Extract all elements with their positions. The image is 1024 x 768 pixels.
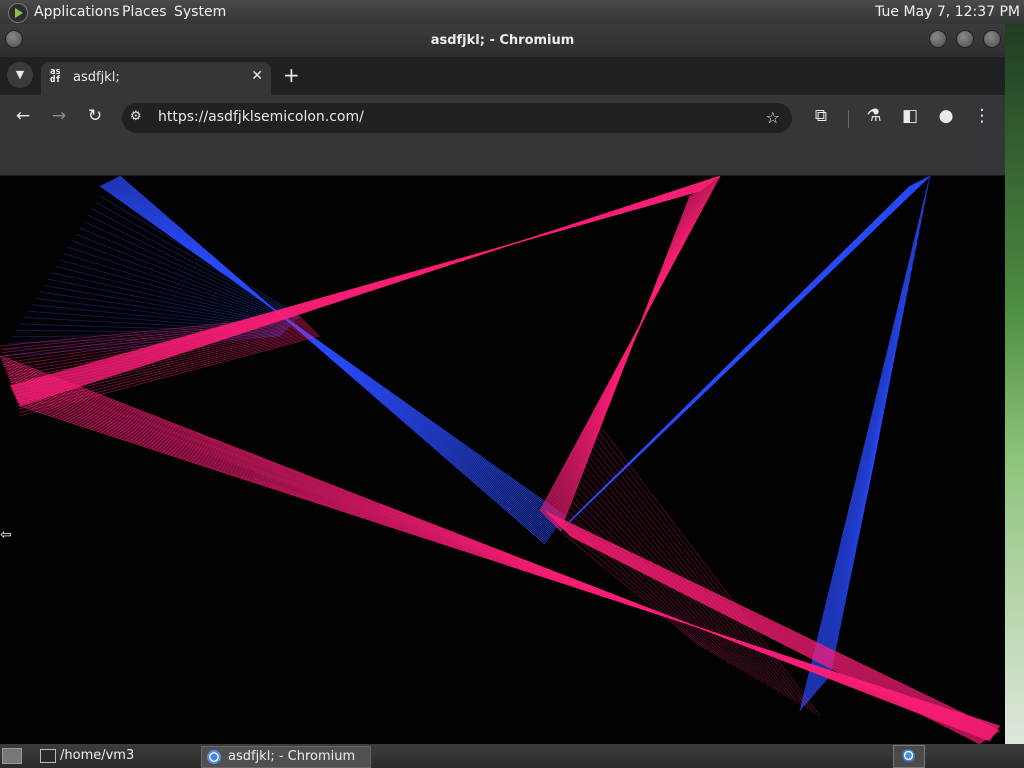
show-desktop-icon[interactable] <box>2 748 22 764</box>
minimize-button[interactable] <box>929 30 947 48</box>
site-favicon-icon: as df <box>50 67 61 85</box>
taskbar-label: /home/vm3 <box>60 748 135 763</box>
tab-asdfjkl[interactable]: as df asdfjkl; ✕ <box>41 62 271 95</box>
pink-strand-curve <box>559 425 821 717</box>
url-text[interactable]: https://asdfjklsemicolon.com/ <box>158 109 364 125</box>
site-info-icon[interactable]: ⚙ <box>130 109 142 124</box>
string-art-drawing <box>0 176 1001 744</box>
top-panel: Applications Places System Tue May 7, 12… <box>0 0 1024 24</box>
window-title: asdfjkl; - Chromium <box>430 33 575 48</box>
tray-chromium-icon[interactable] <box>893 745 925 768</box>
pink-strand-lower-right <box>544 510 1001 744</box>
taskbar-item-terminal[interactable]: /home/vm3 <box>34 746 220 766</box>
taskbar-item-chromium[interactable]: asdfjkl; - Chromium <box>201 746 371 768</box>
tab-label: asdfjkl; <box>73 70 120 85</box>
terminal-icon <box>40 749 56 763</box>
back-button[interactable]: ← <box>11 106 35 126</box>
tab-search-button[interactable]: ▼ <box>7 62 33 88</box>
reload-button[interactable]: ↻ <box>83 106 107 126</box>
menu-applications[interactable]: Applications <box>34 4 120 20</box>
browser-toolbar: ← → ↻ ⚙ https://asdfjklsemicolon.com/ ☆ … <box>0 95 1005 141</box>
bookmark-star-icon[interactable]: ☆ <box>766 108 780 127</box>
clock[interactable]: Tue May 7, 12:37 PM <box>875 4 1020 20</box>
address-bar[interactable]: ⚙ https://asdfjklsemicolon.com/ ☆ <box>122 103 792 133</box>
pink-strand-middle <box>539 176 721 532</box>
taskbar: /home/vm3 asdfjkl; - Chromium <box>0 744 1024 768</box>
labs-flask-icon[interactable]: ⚗ <box>862 106 886 126</box>
menu-system[interactable]: System <box>174 4 226 20</box>
forward-button[interactable]: → <box>47 106 71 126</box>
menu-places[interactable]: Places <box>122 4 167 20</box>
pink-strand-top <box>9 176 721 407</box>
window-titlebar[interactable]: asdfjkl; - Chromium <box>0 24 1005 57</box>
chromium-icon <box>207 750 221 764</box>
extensions-icon[interactable]: ⧉ <box>809 106 833 126</box>
new-tab-button[interactable]: + <box>283 63 300 87</box>
tab-strip: ▼ as df asdfjkl; ✕ + <box>0 57 1005 95</box>
distro-logo-icon[interactable] <box>8 3 28 23</box>
maximize-button[interactable] <box>956 30 974 48</box>
mouse-cursor-icon: ⇦ <box>0 527 12 543</box>
toolbar-divider <box>848 110 849 128</box>
desktop-background <box>1005 24 1024 744</box>
blue-strand-right <box>559 176 931 532</box>
taskbar-label: asdfjkl; - Chromium <box>228 749 356 764</box>
bookmarks-bar <box>0 141 1005 176</box>
close-window-button[interactable] <box>983 30 1001 48</box>
side-panel-icon[interactable]: ◧ <box>898 106 922 126</box>
page-content-canvas[interactable] <box>0 176 1005 744</box>
menu-kebab-icon[interactable]: ⋮ <box>970 106 994 126</box>
profile-avatar-icon[interactable]: ● <box>934 106 958 126</box>
close-tab-icon[interactable]: ✕ <box>251 68 263 84</box>
browser-window: asdfjkl; - Chromium ▼ as df asdfjkl; ✕ +… <box>0 24 1005 744</box>
blue-strand-vertical <box>799 176 931 712</box>
